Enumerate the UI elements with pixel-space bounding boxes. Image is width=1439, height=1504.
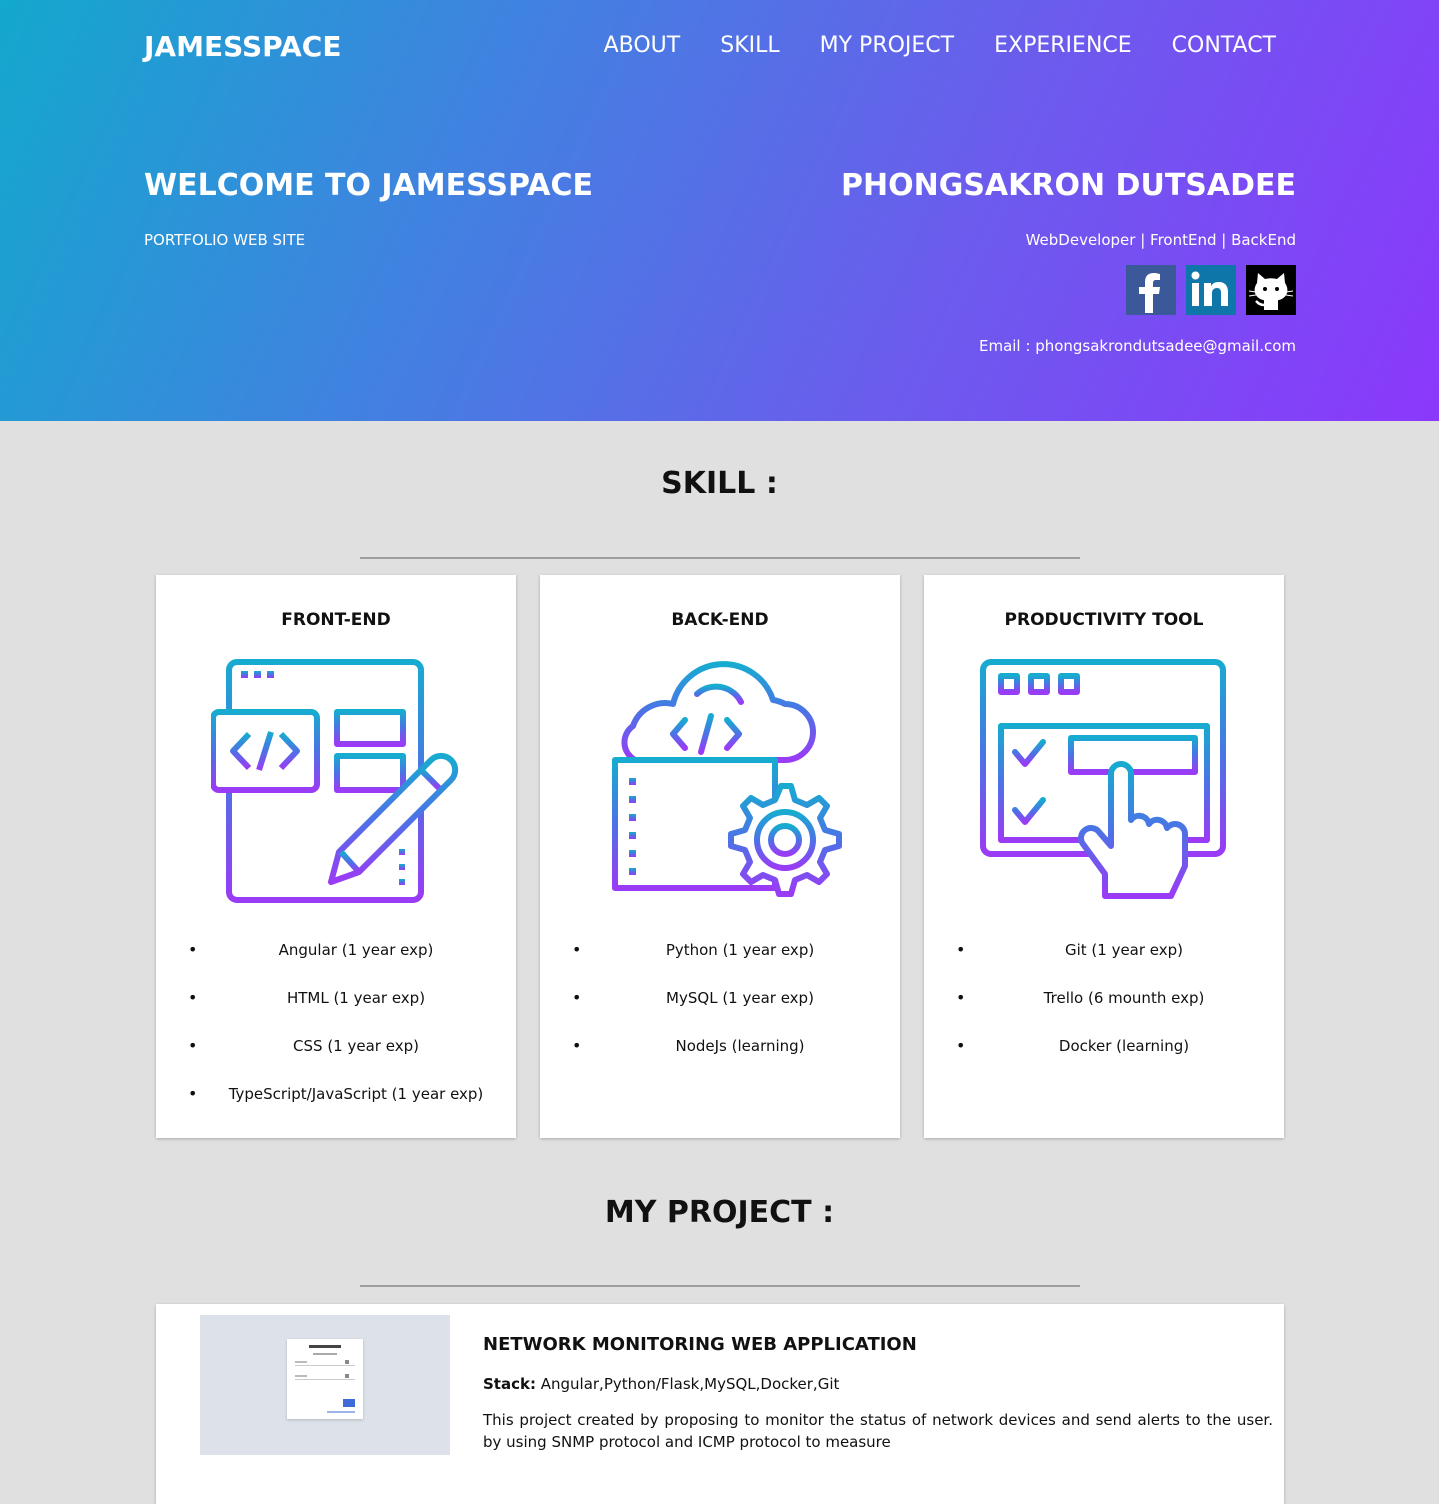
social-links [1126,265,1296,315]
welcome-heading: WELCOME TO JAMESSPACE [144,168,593,203]
stack-label: Stack: [483,1375,536,1393]
frontend-skill-list: Angular (1 year exp) HTML (1 year exp) C… [156,938,516,1130]
nav-contact[interactable]: CONTACT [1172,33,1276,58]
owner-roles: WebDeveloper | FrontEnd | BackEnd [1025,231,1296,249]
cloud-server-icon [612,661,842,897]
list-item: Docker (learning) [924,1034,1284,1082]
productivity-skill-list: Git (1 year exp) Trello (6 mounth exp) D… [924,938,1284,1082]
web-design-icon [211,659,459,903]
list-item: HTML (1 year exp) [156,986,516,1034]
nav-skill[interactable]: SKILL [720,33,779,58]
project-screenshot[interactable] [200,1315,450,1455]
skill-card-backend: BACK-END Python (1 year exp) MySQL (1 ye… [540,575,900,1138]
list-item: Trello (6 mounth exp) [924,986,1284,1034]
main-nav: ABOUT SKILL MY PROJECT EXPERIENCE CONTAC… [604,33,1276,58]
backend-skill-list: Python (1 year exp) MySQL (1 year exp) N… [540,938,900,1082]
project-title: NETWORK MONITORING WEB APPLICATION [483,1334,917,1355]
project-section-title: MY PROJECT : [604,1195,835,1230]
project-info: NETWORK MONITORING WEB APPLICATION Stack… [483,1334,1273,1453]
list-item: MySQL (1 year exp) [540,986,900,1034]
skill-divider [360,557,1080,559]
project-stack: Stack: Angular,Python/Flask,MySQL,Docker… [483,1375,1273,1393]
project-divider [360,1285,1080,1287]
stack-value: Angular,Python/Flask,MySQL,Docker,Git [535,1375,840,1393]
nav-my-project[interactable]: MY PROJECT [820,33,954,58]
skill-section-title: SKILL : [661,466,778,501]
nav-experience[interactable]: EXPERIENCE [994,33,1132,58]
list-item: NodeJs (learning) [540,1034,900,1082]
list-item: Git (1 year exp) [924,938,1284,986]
skill-card-title: PRODUCTIVITY TOOL [1004,610,1204,630]
hero-banner: JAMESSPACE ABOUT SKILL MY PROJECT EXPERI… [0,0,1439,421]
nav-about[interactable]: ABOUT [604,33,681,58]
list-item: CSS (1 year exp) [156,1034,516,1082]
list-item: TypeScript/JavaScript (1 year exp) [156,1082,516,1130]
facebook-icon[interactable] [1126,265,1176,315]
skill-card-title: BACK-END [671,610,769,630]
owner-name: PHONGSAKRON DUTSADEE [841,168,1296,203]
brand-logo[interactable]: JAMESSPACE [144,30,341,63]
project-description: This project created by proposing to mon… [483,1411,1273,1451]
skill-card-productivity: PRODUCTIVITY TOOL Git (1 year exp) Trell… [924,575,1284,1138]
contact-email[interactable]: Email : phongsakrondutsadee@gmail.com [979,337,1296,355]
project-card: NETWORK MONITORING WEB APPLICATION Stack… [156,1304,1284,1504]
welcome-subtitle: PORTFOLIO WEB SITE [144,231,306,249]
login-form-thumbnail [287,1339,363,1419]
skill-card-title: FRONT-END [281,610,391,630]
list-item: Angular (1 year exp) [156,938,516,986]
linkedin-icon[interactable] [1186,265,1236,315]
github-icon[interactable] [1246,265,1296,315]
skill-card-frontend: FRONT-END Angular (1 year exp) HTML ( [156,575,516,1138]
list-item: Python (1 year exp) [540,938,900,986]
task-board-icon [980,659,1226,899]
